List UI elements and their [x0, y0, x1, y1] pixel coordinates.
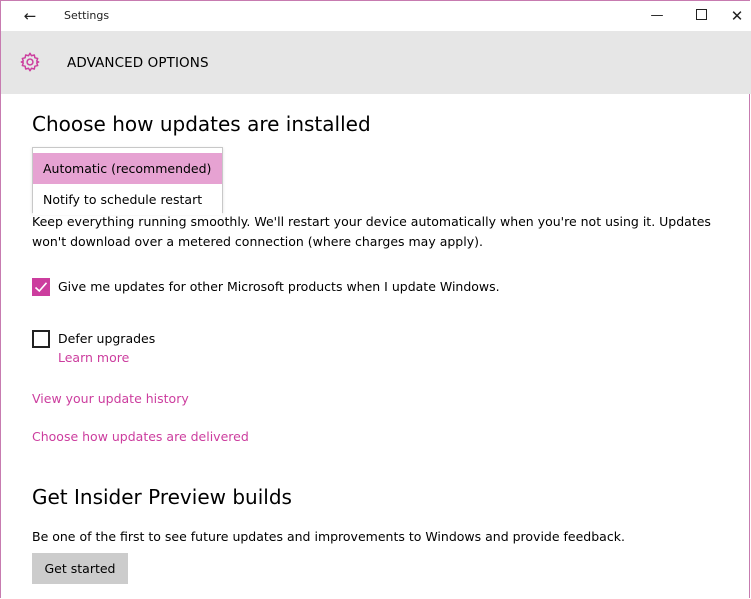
- microsoft-updates-checkbox[interactable]: [32, 278, 50, 296]
- page-title: ADVANCED OPTIONS: [67, 55, 209, 71]
- checkmark-icon: [34, 282, 48, 293]
- defer-upgrades-checkbox[interactable]: [32, 330, 50, 348]
- install-description: Keep everything running smoothly. We'll …: [32, 214, 711, 249]
- gear-icon: [20, 52, 40, 72]
- close-button[interactable]: ✕: [721, 3, 751, 29]
- maximize-button[interactable]: [685, 3, 717, 29]
- install-section-title: Choose how updates are installed: [32, 112, 371, 136]
- delivery-options-link[interactable]: Choose how updates are delivered: [32, 429, 249, 444]
- window-title: Settings: [64, 9, 110, 22]
- install-mode-dropdown[interactable]: Automatic (recommended) Notify to schedu…: [32, 147, 223, 215]
- title-bar: ← Settings — ✕: [1, 1, 751, 31]
- update-history-link[interactable]: View your update history: [32, 391, 189, 406]
- minimize-button[interactable]: —: [641, 3, 673, 29]
- back-arrow-icon[interactable]: ←: [19, 5, 41, 27]
- dropdown-option-automatic[interactable]: Automatic (recommended): [33, 153, 222, 184]
- microsoft-updates-label: Give me updates for other Microsoft prod…: [58, 279, 500, 294]
- get-started-button[interactable]: Get started: [32, 553, 128, 584]
- page-header: ADVANCED OPTIONS: [1, 31, 751, 94]
- insider-description: Be one of the first to see future update…: [32, 529, 625, 544]
- dropdown-option-notify[interactable]: Notify to schedule restart: [33, 184, 222, 215]
- maximize-icon: [695, 9, 707, 20]
- insider-section-title: Get Insider Preview builds: [32, 485, 292, 509]
- defer-upgrades-label: Defer upgrades: [58, 331, 156, 346]
- learn-more-link[interactable]: Learn more: [58, 350, 129, 365]
